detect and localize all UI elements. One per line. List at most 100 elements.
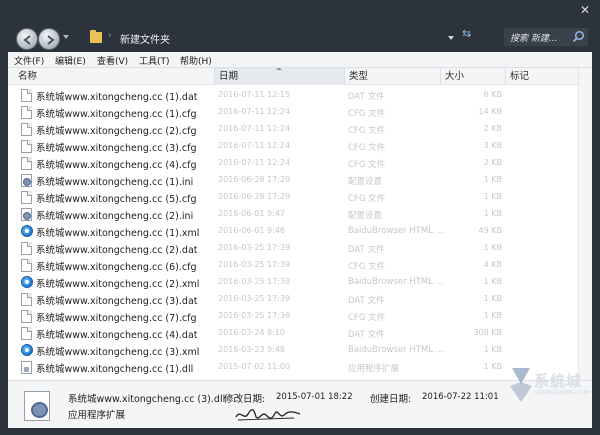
search-icon[interactable] xyxy=(572,30,585,43)
file-row[interactable]: 系统城www.xitongcheng.cc (6).cfg 2016-03-25 … xyxy=(8,257,578,274)
details-created-value[interactable]: 2016-07-22 11:01 xyxy=(422,392,499,402)
doc-file-icon xyxy=(21,293,32,306)
file-date: 2016-03-25 17:39 xyxy=(218,277,291,286)
file-name[interactable]: 系统城www.xitongcheng.cc (5).cfg xyxy=(36,191,197,205)
xml-file-icon xyxy=(21,276,33,288)
watermark-brand: 系统城 xyxy=(534,372,583,390)
file-type-icon xyxy=(24,391,50,421)
menu-bar: 文件(F) 编辑(E) 查看(V) 工具(T) 帮助(H) xyxy=(8,52,592,68)
menu-view[interactable]: 查看(V) xyxy=(97,54,128,67)
file-size: 1 KB xyxy=(483,294,502,303)
details-modified-value[interactable]: 2015-07-01 18:22 xyxy=(276,392,353,402)
details-created-label: 创建日期: xyxy=(370,394,412,405)
file-row[interactable]: 系统城www.xitongcheng.cc (3).cfg 2016-07-11 … xyxy=(8,138,578,155)
doc-file-icon xyxy=(21,157,32,170)
file-row[interactable]: 系统城www.xitongcheng.cc (2).dat 2016-03-25 … xyxy=(8,240,578,257)
sort-ascending-icon xyxy=(276,68,282,70)
file-row[interactable]: 系统城www.xitongcheng.cc (4).cfg 2016-07-11 … xyxy=(8,155,578,172)
file-name[interactable]: 系统城www.xitongcheng.cc (3).dat xyxy=(36,293,198,307)
file-row[interactable]: 系统城www.xitongcheng.cc (2).cfg 2016-07-11 … xyxy=(8,121,578,138)
file-type: 应用程序扩展 xyxy=(348,364,400,374)
file-row[interactable]: 系统城www.xitongcheng.cc (5).cfg 2016-06-28 … xyxy=(8,189,578,206)
menu-tools[interactable]: 工具(T) xyxy=(139,54,170,67)
file-name[interactable]: 系统城www.xitongcheng.cc (4).cfg xyxy=(36,157,197,171)
menu-file[interactable]: 文件(F) xyxy=(14,54,44,67)
file-name[interactable]: 系统城www.xitongcheng.cc (4).dat xyxy=(36,327,198,341)
column-date[interactable]: 日期 xyxy=(215,68,345,85)
menu-edit[interactable]: 编辑(E) xyxy=(55,54,86,67)
address-dropdown-icon[interactable] xyxy=(448,36,454,40)
file-name[interactable]: 系统城www.xitongcheng.cc (2).xml xyxy=(36,276,199,290)
file-name[interactable]: 系统城www.xitongcheng.cc (1).ini xyxy=(36,174,193,188)
file-type: 配置设置 xyxy=(348,211,383,221)
file-row[interactable]: 系统城www.xitongcheng.cc (1).ini 2016-06-28 … xyxy=(8,172,578,189)
column-name[interactable]: 名称 xyxy=(8,68,215,85)
file-date: 2016-03-23 9:48 xyxy=(218,345,285,354)
file-type: CFG 文件 xyxy=(348,313,386,323)
doc-file-icon xyxy=(21,310,32,323)
file-row[interactable]: 系统城www.xitongcheng.cc (7).cfg 2016-03-25 … xyxy=(8,308,578,325)
file-date: 2016-03-24 8:10 xyxy=(218,328,285,337)
file-type: DAT 文件 xyxy=(348,296,385,306)
menu-help[interactable]: 帮助(H) xyxy=(180,54,212,67)
details-modified-label: 修改日期: xyxy=(224,394,266,405)
refresh-icon[interactable]: ⇆ xyxy=(462,27,471,40)
file-date: 2016-07-11 12:24 xyxy=(218,107,291,116)
history-dropdown-icon[interactable] xyxy=(63,35,69,39)
file-row[interactable]: 系统城www.xitongcheng.cc (3).xml 2016-03-23 … xyxy=(8,342,578,359)
back-button[interactable] xyxy=(16,28,38,50)
file-row[interactable]: 系统城www.xitongcheng.cc (1).cfg 2016-07-11 … xyxy=(8,104,578,121)
file-type: BaiduBrowser HTML ... xyxy=(348,277,444,287)
file-name[interactable]: 系统城www.xitongcheng.cc (6).cfg xyxy=(36,259,197,273)
column-type[interactable]: 类型 xyxy=(345,68,441,85)
search-input[interactable]: 搜索 新建... xyxy=(510,31,557,44)
handwritten-signature xyxy=(235,409,301,421)
watermark: 系统城 XITONGCHENG.COM xyxy=(508,364,594,408)
file-size: 308 KB xyxy=(473,328,502,337)
folder-icon xyxy=(90,30,102,43)
file-row[interactable]: 系统城www.xitongcheng.cc (3).dat 2016-03-25 … xyxy=(8,291,578,308)
watermark-url: XITONGCHENG.COM xyxy=(534,390,590,396)
doc-file-icon xyxy=(21,89,32,102)
file-size: 1 KB xyxy=(483,175,502,184)
file-name[interactable]: 系统城www.xitongcheng.cc (3).xml xyxy=(36,344,199,358)
file-name[interactable]: 系统城www.xitongcheng.cc (2).cfg xyxy=(36,123,197,137)
file-type: DAT 文件 xyxy=(348,245,385,255)
column-size[interactable]: 大小 xyxy=(441,68,506,85)
file-type: BaiduBrowser HTML ... xyxy=(348,226,444,236)
column-header-row: 名称 日期 类型 大小 标记 xyxy=(8,68,578,85)
file-name[interactable]: 系统城www.xitongcheng.cc (1).xml xyxy=(36,225,199,239)
file-name[interactable]: 系统城www.xitongcheng.cc (3).cfg xyxy=(36,140,197,154)
xml-file-icon xyxy=(21,225,33,237)
explorer-window: ✕ › 新建文件夹 ⇆ 搜索 新建... 文件(F) 编辑(E) 查看(V) 工… xyxy=(0,0,600,435)
breadcrumb-current-folder[interactable]: 新建文件夹 xyxy=(120,31,170,46)
file-size: 1 KB xyxy=(483,209,502,218)
file-row[interactable]: 系统城www.xitongcheng.cc (2).ini 2016-06-01 … xyxy=(8,206,578,223)
vertical-scrollbar[interactable] xyxy=(578,68,592,380)
file-row[interactable]: 系统城www.xitongcheng.cc (4).dat 2016-03-24 … xyxy=(8,325,578,342)
file-date: 2016-07-11 12:24 xyxy=(218,141,291,150)
file-row[interactable]: 系统城www.xitongcheng.cc (1).dat 2016-07-11 … xyxy=(8,87,578,104)
file-row[interactable]: 系统城www.xitongcheng.cc (2).xml 2016-03-25 … xyxy=(8,274,578,291)
file-name[interactable]: 系统城www.xitongcheng.cc (1).dat xyxy=(36,89,198,103)
file-type: 配置设置 xyxy=(348,177,383,187)
breadcrumb-chevron-icon[interactable]: › xyxy=(108,31,112,41)
file-name[interactable]: 系统城www.xitongcheng.cc (2).dat xyxy=(36,242,198,256)
address-bar[interactable]: › 新建文件夹 xyxy=(84,26,464,50)
file-date: 2016-03-25 17:39 xyxy=(218,294,291,303)
file-date: 2016-07-11 12:24 xyxy=(218,124,291,133)
file-row[interactable]: 系统城www.xitongcheng.cc (1).xml 2016-06-01 … xyxy=(8,223,578,240)
column-tag[interactable]: 标记 xyxy=(506,68,578,85)
file-rows: 系统城www.xitongcheng.cc (1).dat 2016-07-11 … xyxy=(8,87,578,376)
close-icon[interactable]: ✕ xyxy=(580,3,590,17)
file-name[interactable]: 系统城www.xitongcheng.cc (7).cfg xyxy=(36,310,197,324)
file-row[interactable]: 系统城www.xitongcheng.cc (1).dll 2015-07-02 … xyxy=(8,359,578,376)
file-type: CFG 文件 xyxy=(348,160,386,170)
forward-button[interactable] xyxy=(38,28,60,50)
file-name[interactable]: 系统城www.xitongcheng.cc (2).ini xyxy=(36,208,193,222)
file-name[interactable]: 系统城www.xitongcheng.cc (1).dll xyxy=(36,361,193,375)
file-size: 1 KB xyxy=(483,192,502,201)
file-date: 2015-07-02 11:00 xyxy=(218,362,291,371)
search-box[interactable]: 搜索 新建... xyxy=(504,28,588,46)
file-name[interactable]: 系统城www.xitongcheng.cc (1).cfg xyxy=(36,106,197,120)
